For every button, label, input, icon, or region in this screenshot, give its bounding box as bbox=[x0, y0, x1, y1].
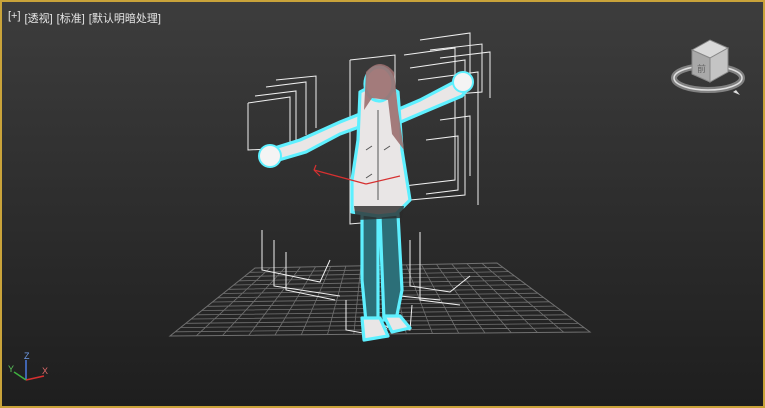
viewport-style-menu[interactable]: [标准] bbox=[57, 10, 85, 26]
axis-x-label: X bbox=[42, 366, 48, 376]
viewport-label-menu: [+] [透视] [标准] [默认明暗处理] bbox=[8, 10, 161, 26]
axis-tripod: Z X Y bbox=[6, 351, 50, 392]
scene-canvas[interactable] bbox=[0, 0, 765, 408]
viewcube[interactable]: 前 bbox=[670, 30, 750, 100]
perspective-viewport[interactable]: [+] [透视] [标准] [默认明暗处理] 前 Z X Y bbox=[0, 0, 765, 408]
viewcube-front-label: 前 bbox=[697, 63, 706, 75]
viewport-shading-menu[interactable]: [默认明暗处理] bbox=[89, 10, 161, 26]
axis-z-label: Z bbox=[24, 352, 30, 361]
viewport-view-menu[interactable]: [透视] bbox=[25, 10, 53, 26]
viewport-plus-menu[interactable]: [+] bbox=[8, 10, 21, 26]
axis-y-label: Y bbox=[8, 364, 14, 374]
